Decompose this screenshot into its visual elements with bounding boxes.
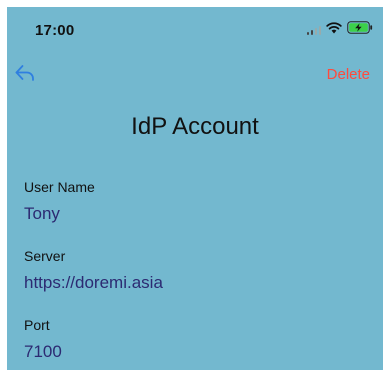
back-button[interactable] xyxy=(13,61,37,85)
status-icons xyxy=(306,21,374,39)
user-name-value[interactable]: Tony xyxy=(24,204,60,224)
server-value[interactable]: https://doremi.asia xyxy=(24,273,163,293)
delete-button[interactable]: Delete xyxy=(327,66,370,83)
back-arrow-icon xyxy=(15,65,34,81)
page-title: IdP Account xyxy=(131,113,259,140)
status-bar: 17:00 xyxy=(7,7,383,51)
wifi-icon xyxy=(326,21,342,39)
user-name-label: User Name xyxy=(24,179,95,195)
signal-icon xyxy=(306,25,321,35)
server-label: Server xyxy=(24,248,66,264)
port-value[interactable]: 7100 xyxy=(24,342,62,362)
nav-bar: Delete xyxy=(7,57,383,93)
screen: 17:00 Delete IdP Account User Name Tony … xyxy=(7,7,383,370)
battery-charging-icon xyxy=(347,21,373,39)
port-label: Port xyxy=(24,317,50,333)
status-time: 17:00 xyxy=(35,22,75,39)
